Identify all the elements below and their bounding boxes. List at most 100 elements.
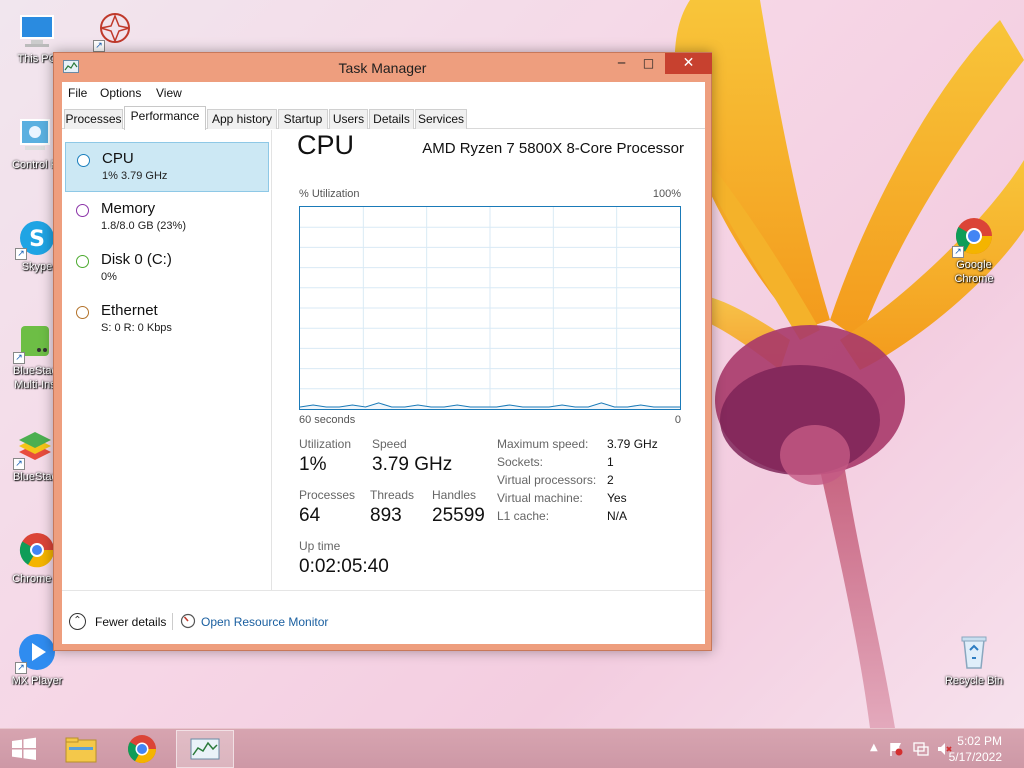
cpu-detail-pane: CPU AMD Ryzen 7 5800X 8-Core Processor %…: [297, 130, 687, 590]
footer-divider: [172, 613, 173, 630]
open-resource-monitor-link[interactable]: Open Resource Monitor: [201, 615, 328, 629]
perf-item-ethernet[interactable]: Ethernet S: 0 R: 0 Kbps: [65, 295, 269, 345]
max-speed-label: Maximum speed:: [497, 437, 589, 451]
desktop-icon-recycle-bin[interactable]: Recycle Bin: [937, 632, 1011, 688]
l1-cache-value: N/A: [607, 509, 628, 523]
skype-icon: S ↗: [15, 218, 57, 260]
folder-icon: [65, 737, 97, 763]
maximize-button[interactable]: □: [635, 53, 662, 74]
tab-strip: Processes Performance App history Startu…: [62, 106, 705, 130]
desktop-icon-google-chrome[interactable]: ↗ Google Chrome: [937, 216, 1011, 286]
tab-performance[interactable]: Performance: [124, 106, 206, 130]
bluestacks-multi-instance-icon: ↗: [13, 322, 55, 364]
mx-player-icon: ↗: [15, 632, 57, 674]
menu-view[interactable]: View: [156, 86, 182, 100]
tab-users[interactable]: Users: [329, 109, 368, 129]
graph-x-end: 0: [674, 414, 681, 426]
cpu-utilization-graph: [299, 206, 681, 410]
handles-label: Handles: [432, 488, 477, 502]
title-bar[interactable]: Task Manager ─ □ ✕: [54, 53, 712, 82]
perf-item-detail: 1.8/8.0 GB (23%): [101, 220, 186, 232]
shortcut-arrow-icon: ↗: [15, 662, 27, 674]
action-center-flag-icon[interactable]: [888, 741, 904, 757]
tab-services[interactable]: Services: [415, 109, 467, 129]
control-panel-icon: [15, 116, 55, 156]
graph-y-max: 100%: [652, 188, 681, 200]
utilization-value: 1%: [299, 454, 327, 475]
start-button[interactable]: [0, 730, 48, 768]
shortcut-arrow-icon: ↗: [13, 458, 25, 470]
max-speed-value: 3.79 GHz: [607, 437, 658, 451]
handles-value: 25599: [432, 505, 485, 526]
task-manager-client: File Options View Processes Performance …: [62, 82, 705, 644]
perf-item-disk[interactable]: Disk 0 (C:) 0%: [65, 244, 269, 294]
close-button[interactable]: ✕: [665, 53, 712, 74]
tab-details[interactable]: Details: [369, 109, 414, 129]
svg-text:S: S: [29, 227, 45, 252]
task-manager-window: Task Manager ─ □ ✕ File Options View Pro…: [53, 52, 712, 651]
virtual-processors-label: Virtual processors:: [497, 473, 597, 487]
chrome-beta-icon: [17, 530, 57, 570]
menu-file[interactable]: File: [68, 86, 87, 100]
uptime-label: Up time: [299, 539, 341, 553]
menu-bar: File Options View: [62, 82, 705, 106]
chrome-icon: [128, 735, 156, 763]
recycle-bin-icon: [954, 632, 994, 672]
menu-options[interactable]: Options: [100, 86, 141, 100]
desktop-icon-label: Google Chrome: [954, 259, 994, 285]
perf-item-memory[interactable]: Memory 1.8/8.0 GB (23%): [65, 193, 269, 243]
taskbar-file-explorer[interactable]: [53, 730, 109, 768]
bluestacks-icon: ↗: [13, 428, 55, 470]
chevron-up-icon[interactable]: ⌃: [69, 613, 86, 630]
speed-value: 3.79 GHz: [372, 454, 453, 475]
tab-processes[interactable]: Processes: [64, 109, 123, 129]
taskbar: ▲ 5:02 PM 5/17/2022: [0, 728, 1024, 768]
speed-label: Speed: [372, 437, 407, 451]
shortcut-arrow-icon: ↗: [13, 352, 25, 364]
shortcut-arrow-icon: ↗: [952, 246, 964, 258]
perf-item-name: Ethernet: [101, 302, 158, 319]
clock-date[interactable]: 5/17/2022: [949, 750, 1002, 764]
uptime-value: 0:02:05:40: [299, 556, 389, 577]
sockets-value: 1: [607, 455, 614, 469]
task-manager-icon: [190, 738, 220, 760]
cpu-heading: CPU: [297, 130, 355, 160]
taskbar-chrome[interactable]: [114, 730, 170, 768]
tab-app-history[interactable]: App history: [207, 109, 277, 129]
perf-item-detail: 0%: [101, 271, 117, 283]
minimize-button[interactable]: ─: [608, 53, 635, 74]
taskbar-task-manager[interactable]: [176, 730, 234, 768]
task-manager-footer: ⌃ Fewer details Open Resource Monitor: [62, 590, 705, 644]
clock-time[interactable]: 5:02 PM: [957, 734, 1002, 748]
utilization-label: Utilization: [299, 437, 352, 451]
perf-item-detail: S: 0 R: 0 Kbps: [101, 322, 172, 334]
virtual-processors-value: 2: [607, 473, 614, 487]
memory-status-dot: [76, 204, 89, 217]
virtual-machine-value: Yes: [607, 491, 627, 505]
desktop-icon-emblem[interactable]: ↗: [78, 10, 152, 52]
network-icon[interactable]: [912, 741, 930, 757]
fewer-details-button[interactable]: Fewer details: [95, 615, 166, 629]
desktop-icon-label: MX Player: [11, 675, 63, 687]
resource-monitor-icon: [180, 613, 196, 629]
cpu-status-dot: [77, 154, 90, 167]
windows-logo-icon: [12, 737, 36, 760]
graph-x-label: 60 seconds: [299, 414, 356, 426]
chevron-up-icon[interactable]: ▲: [870, 742, 878, 753]
perf-item-name: CPU: [102, 150, 134, 167]
threads-value: 893: [370, 505, 402, 526]
disk-status-dot: [76, 255, 89, 268]
l1-cache-label: L1 cache:: [497, 509, 550, 523]
perf-item-cpu[interactable]: CPU 1% 3.79 GHz: [65, 142, 269, 192]
processes-value: 64: [299, 505, 321, 526]
virtual-machine-label: Virtual machine:: [497, 491, 583, 505]
system-tray: ▲ 5:02 PM 5/17/2022: [844, 729, 1024, 768]
chrome-icon: ↗: [952, 216, 994, 258]
performance-resource-list: CPU 1% 3.79 GHz Memory 1.8/8.0 GB (23%) …: [62, 130, 272, 590]
desktop-icon-label: Recycle Bin: [944, 675, 1004, 687]
perf-item-detail: 1% 3.79 GHz: [102, 170, 168, 182]
sockets-label: Sockets:: [497, 455, 544, 469]
graph-y-label: % Utilization: [299, 188, 360, 200]
tab-startup[interactable]: Startup: [278, 109, 328, 129]
threads-label: Threads: [370, 488, 415, 502]
